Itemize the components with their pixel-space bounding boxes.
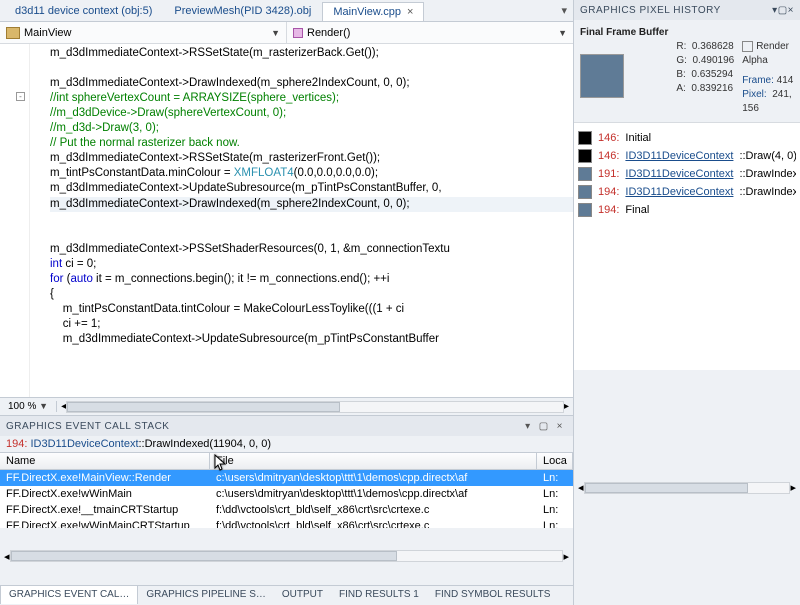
function-dropdown[interactable]: Render() ▼: [287, 22, 573, 43]
fold-toggle[interactable]: -: [16, 92, 25, 101]
pixel-history-panel: GRAPHICS PIXEL HISTORY ▾ ▢ × Final Frame…: [574, 0, 800, 605]
method-icon: [293, 28, 303, 38]
bottom-tab[interactable]: FIND RESULTS 1: [331, 586, 427, 605]
close-icon[interactable]: ×: [788, 5, 794, 16]
final-frame-buffer: Final Frame Buffer R: 0.368628 G: 0.4901…: [574, 20, 800, 123]
callstack-row[interactable]: FF.DirectX.exe!MainView::Renderc:\users\…: [0, 470, 573, 486]
document-tabs: d3d11 device context (obj:5) PreviewMesh…: [0, 0, 573, 22]
pixel-event-item[interactable]: 194: Final: [578, 201, 796, 219]
color-swatch: [580, 54, 624, 98]
pixel-event-item[interactable]: 146: ID3D11DeviceContext::Draw(4, 0): [578, 147, 796, 165]
bottom-tab[interactable]: FIND SYMBOL RESULTS: [427, 586, 559, 605]
callstack-horizontal-scrollbar[interactable]: ◂▸: [0, 528, 573, 586]
code-editor[interactable]: - m_d3dImmediateContext->RSSetState(m_ra…: [0, 44, 573, 397]
tab-d3d11-context[interactable]: d3d11 device context (obj:5): [4, 1, 163, 20]
pixel-event-item[interactable]: 146: Initial: [578, 129, 796, 147]
chevron-down-icon: ▼: [271, 28, 280, 38]
panel-title: GRAPHICS EVENT CALL STACK: [6, 421, 169, 432]
bottom-panel-tabs: GRAPHICS EVENT CAL…GRAPHICS PIPELINE S…O…: [0, 585, 573, 605]
pixel-event-item[interactable]: 191: ID3D11DeviceContext::DrawIndexed(11…: [578, 165, 796, 183]
close-icon[interactable]: ×: [553, 421, 567, 432]
editor-horizontal-scrollbar[interactable]: ◂▸: [57, 401, 573, 413]
pin-icon[interactable]: ▢: [535, 421, 553, 432]
panel-title: GRAPHICS PIXEL HISTORY: [580, 5, 721, 16]
tab-mainview[interactable]: MainView.cpp×: [322, 2, 424, 21]
pin-icon[interactable]: ▢: [778, 5, 788, 16]
class-icon: [6, 27, 20, 39]
pixel-event-item[interactable]: 194: ID3D11DeviceContext::DrawIndexed(11…: [578, 183, 796, 201]
pixel-history-horizontal-scrollbar[interactable]: ◂▸: [574, 370, 800, 605]
callstack-row[interactable]: FF.DirectX.exe!__tmainCRTStartupf:\dd\vc…: [0, 502, 573, 518]
chevron-down-icon: ▼: [558, 28, 567, 38]
current-event: 194: ID3D11DeviceContext::DrawIndexed(11…: [0, 436, 573, 452]
callstack-row[interactable]: FF.DirectX.exe!wWinMainc:\users\dmitryan…: [0, 486, 573, 502]
render-alpha-checkbox[interactable]: [742, 41, 753, 52]
callstack-rows: FF.DirectX.exe!MainView::Renderc:\users\…: [0, 470, 573, 528]
callstack-panel: GRAPHICS EVENT CALL STACK ▾ ▢ × 194: ID3…: [0, 415, 573, 605]
callstack-header[interactable]: Name File Loca: [0, 452, 573, 470]
callstack-row[interactable]: FF.DirectX.exe!wWinMainCRTStartupf:\dd\v…: [0, 518, 573, 528]
navigation-bar: MainView ▼ Render() ▼: [0, 22, 573, 44]
scope-dropdown[interactable]: MainView ▼: [0, 22, 287, 43]
tab-previewmesh[interactable]: PreviewMesh(PID 3428).obj: [163, 1, 322, 20]
panel-menu-icon[interactable]: ▾: [521, 421, 535, 432]
close-icon[interactable]: ×: [407, 6, 413, 18]
zoom-level-dropdown[interactable]: 100 % ▼: [0, 401, 57, 412]
bottom-tab[interactable]: GRAPHICS PIPELINE S…: [138, 586, 273, 605]
code-gutter: -: [0, 44, 30, 397]
bottom-tab[interactable]: OUTPUT: [274, 586, 331, 605]
pixel-event-list: 146: Initial146: ID3D11DeviceContext::Dr…: [574, 123, 800, 370]
bottom-tab[interactable]: GRAPHICS EVENT CAL…: [0, 585, 138, 604]
tab-overflow-dropdown[interactable]: ▾: [555, 4, 573, 17]
